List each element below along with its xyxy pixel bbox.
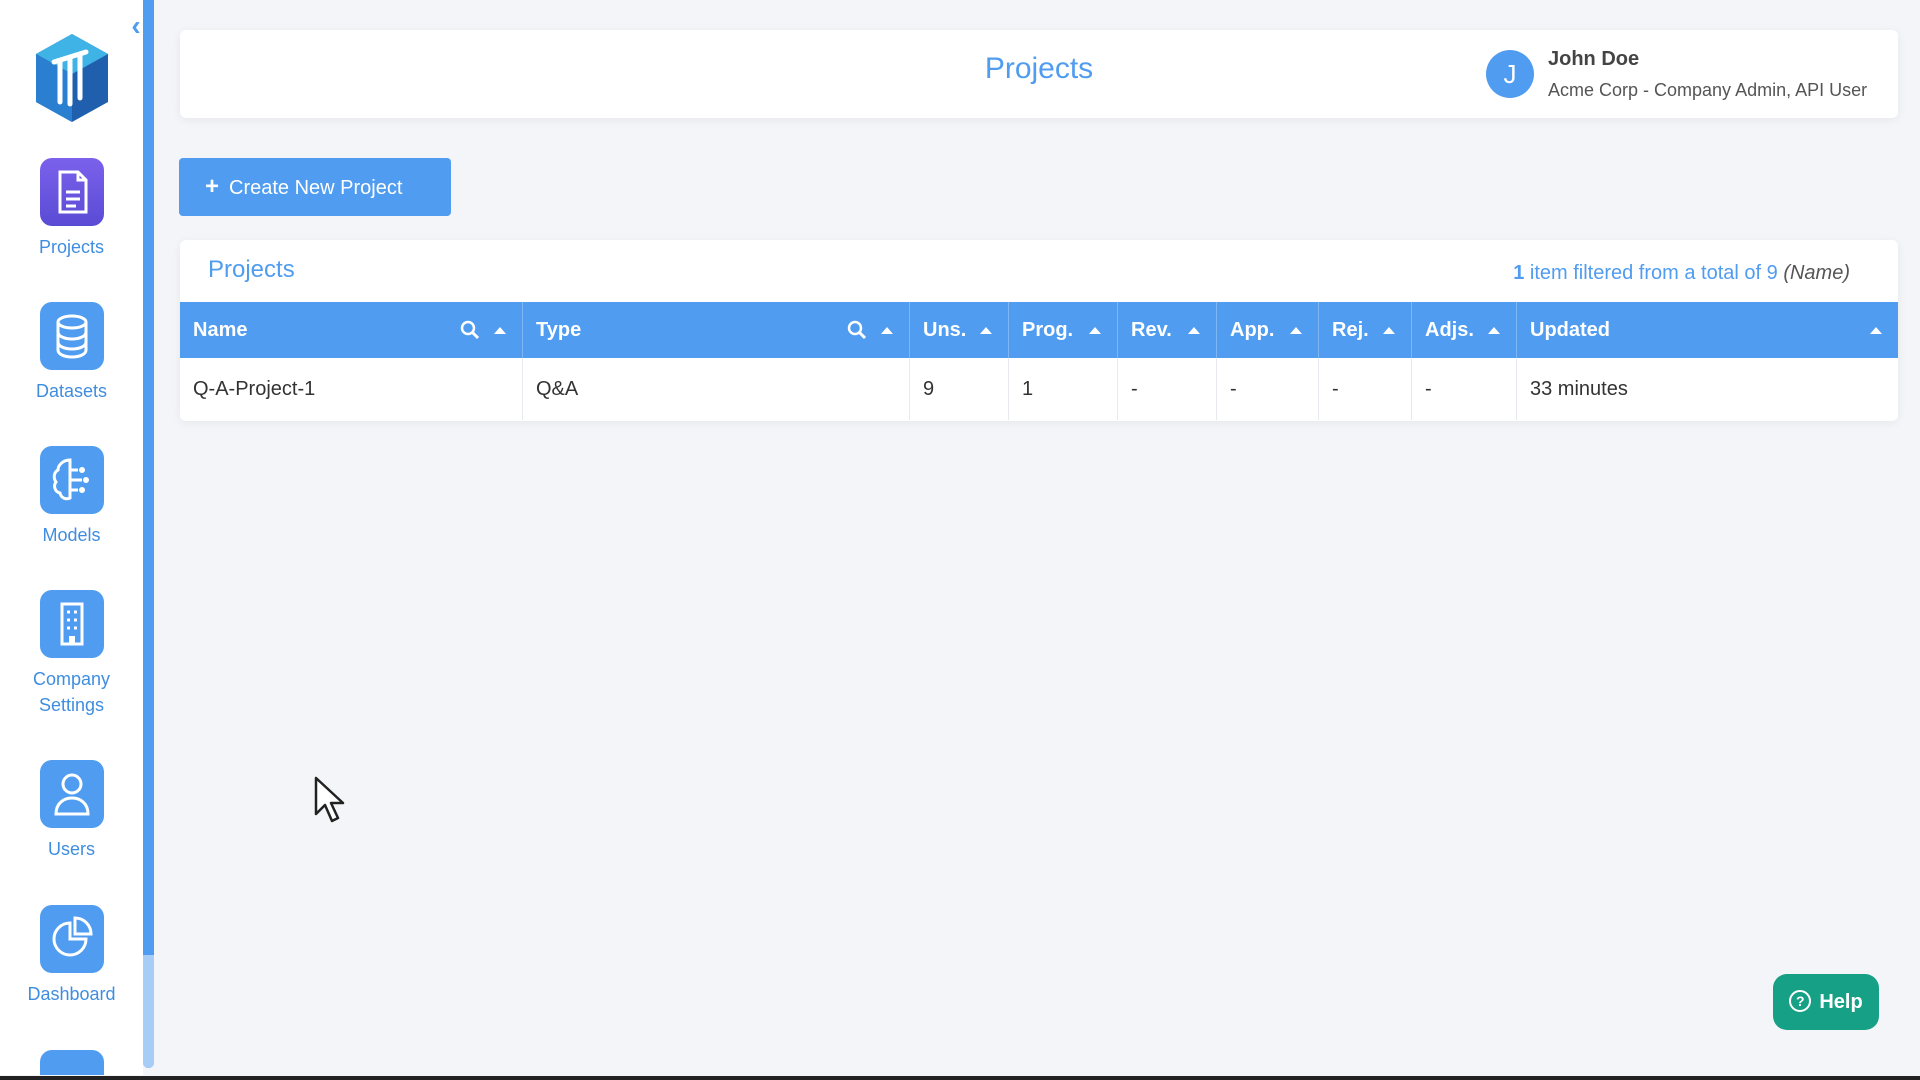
column-header-name[interactable]: Name — [180, 302, 523, 358]
sidebar-item-projects[interactable]: Projects — [0, 158, 143, 260]
cell-rev: - — [1118, 358, 1217, 420]
column-header-app[interactable]: App. — [1217, 302, 1319, 358]
database-icon — [39, 302, 104, 370]
filter-count: 1 — [1513, 262, 1525, 284]
sidebar-item-label: Dashboard — [27, 984, 116, 1004]
cell-name[interactable]: Q-A-Project-1 — [180, 358, 523, 420]
sidebar-item-label: Datasets — [35, 381, 108, 401]
sort-icon[interactable] — [494, 326, 506, 334]
sort-icon[interactable] — [1383, 326, 1395, 334]
search-icon[interactable] — [460, 320, 480, 340]
column-header-prog[interactable]: Prog. — [1009, 302, 1118, 358]
plus-icon: + — [205, 173, 220, 200]
sidebar-item-company-settings[interactable]: Company Settings — [0, 590, 143, 718]
sort-icon[interactable] — [1488, 326, 1500, 334]
sidebar-item-datasets[interactable]: Datasets — [0, 302, 143, 404]
sidebar-item-label: Users — [47, 839, 95, 859]
table-title: Projects — [208, 256, 295, 283]
sidebar-item-label: Models — [42, 525, 101, 545]
column-label: App. — [1230, 318, 1275, 341]
column-label: Prog. — [1022, 318, 1074, 341]
sidebar-item-label: Projects — [38, 237, 105, 257]
table-row[interactable]: Q-A-Project-1 Q&A 9 1 - - - - 33 minutes — [180, 358, 1898, 420]
user-name: John Doe — [1548, 48, 1640, 70]
filter-text: item filtered from a total of 9 — [1524, 262, 1784, 284]
user-role: Acme Corp - Company Admin, API User — [1548, 80, 1868, 100]
mouse-cursor-icon — [314, 776, 345, 823]
page-header: Projects J John Doe Acme Corp - Company … — [180, 30, 1898, 118]
create-project-button[interactable]: + Create New Project — [179, 158, 451, 216]
cell-type: Q&A — [523, 358, 910, 420]
cell-updated: 33 minutes — [1530, 377, 1628, 400]
cell-app: - — [1217, 358, 1319, 420]
sidebar-item-users[interactable]: Users — [0, 760, 143, 862]
sort-icon[interactable] — [1188, 326, 1200, 334]
sort-icon[interactable] — [1290, 326, 1302, 334]
column-label: Rev. — [1131, 318, 1172, 341]
sidebar-item-more[interactable] — [0, 1050, 143, 1075]
column-header-updated[interactable]: Updated — [1517, 302, 1898, 358]
avatar[interactable]: J — [1486, 50, 1534, 98]
cell-rej: - — [1319, 358, 1412, 420]
column-label: Adjs. — [1425, 318, 1474, 341]
sort-icon[interactable] — [881, 326, 893, 334]
sidebar-item-models[interactable]: Models — [0, 446, 143, 548]
sidebar: Projects Datasets Models Company Setting… — [0, 0, 143, 1075]
sidebar-item-label: Company Settings — [32, 669, 111, 715]
column-header-rev[interactable]: Rev. — [1118, 302, 1217, 358]
search-icon[interactable] — [847, 320, 867, 340]
sort-icon[interactable] — [1870, 326, 1882, 334]
question-icon: ? — [1789, 990, 1812, 1012]
cell-prog: 1 — [1009, 358, 1118, 420]
column-label: Type — [536, 318, 582, 341]
column-label: Uns. — [923, 318, 967, 341]
cell-adjs: - — [1412, 358, 1517, 420]
projects-table-card: Projects 1 item filtered from a total of… — [180, 240, 1898, 421]
column-label: Updated — [1530, 318, 1610, 341]
pie-chart-icon — [39, 905, 104, 973]
create-project-label: Create New Project — [229, 177, 403, 199]
window-bottom-border — [0, 1076, 1920, 1080]
sidebar-scrollbar[interactable] — [143, 0, 154, 1068]
user-icon — [39, 760, 104, 828]
help-button[interactable]: ? Help — [1773, 974, 1879, 1030]
filter-info: 1 item filtered from a total of 9 (Name) — [1513, 262, 1850, 285]
help-label: Help — [1819, 991, 1863, 1013]
column-label: Rej. — [1332, 318, 1369, 341]
column-header-uns[interactable]: Uns. — [910, 302, 1009, 358]
brain-icon — [39, 446, 104, 514]
column-header-adjs[interactable]: Adjs. — [1412, 302, 1517, 358]
column-label: Name — [193, 318, 248, 341]
document-icon — [39, 158, 104, 226]
chevron-left-icon[interactable]: ‹ — [126, 12, 146, 40]
more-icon — [39, 1050, 104, 1075]
table-header: Name Type Uns. Prog. Rev. App. Rej. Adjs… — [180, 302, 1898, 358]
sidebar-scrollbar-track — [143, 955, 154, 1068]
column-header-type[interactable]: Type — [523, 302, 910, 358]
filter-by: (Name) — [1783, 262, 1850, 284]
sort-icon[interactable] — [1089, 326, 1101, 334]
app-logo — [36, 34, 108, 122]
building-icon — [39, 590, 104, 658]
sidebar-item-dashboard[interactable]: Dashboard — [0, 905, 143, 1007]
column-header-rej[interactable]: Rej. — [1319, 302, 1412, 358]
sort-icon[interactable] — [980, 326, 992, 334]
cell-uns: 9 — [910, 358, 1009, 420]
